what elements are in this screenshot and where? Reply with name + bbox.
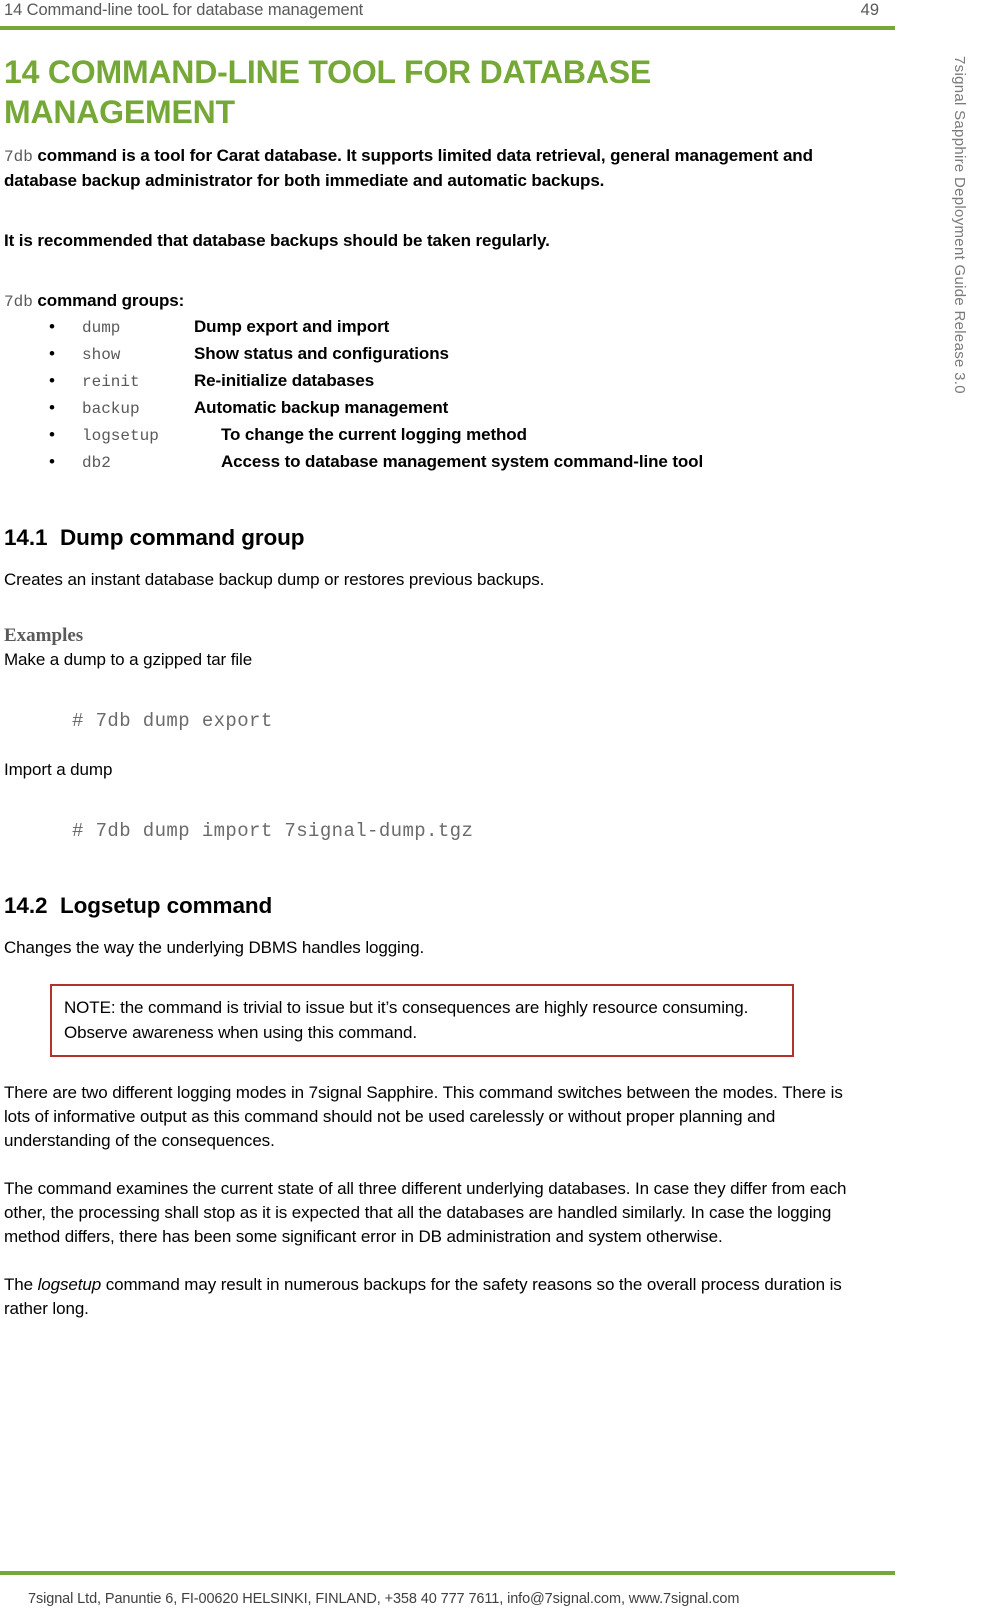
recommendation-text: It is recommended that database backups … (4, 231, 550, 250)
header-page-number: 49 (860, 1, 879, 19)
list-item: • reinit Re-initialize databases (4, 368, 864, 395)
inline-code-7db: 7db (4, 148, 33, 166)
list-item: • logsetup To change the current logging… (4, 422, 864, 449)
command-groups-intro-text: command groups: (32, 291, 185, 310)
bullet-icon: • (49, 425, 55, 444)
command-name: db2 (82, 454, 111, 472)
inline-code-7db-groups: 7db (4, 293, 33, 311)
section-14-2-paragraph-3: The logsetup command may result in numer… (4, 1273, 864, 1321)
list-item: • show Show status and configurations (4, 341, 864, 368)
header-rule (0, 26, 895, 30)
note-text: NOTE: the command is trivial to issue bu… (64, 998, 749, 1042)
example-2-label: Import a dump (4, 760, 113, 779)
section-heading-14-2: 14.2 Logsetup command (4, 892, 864, 920)
list-item: • db2 Access to database management syst… (4, 449, 864, 476)
footer-rule (0, 1571, 895, 1575)
command-name: show (82, 346, 121, 364)
section-number: 14.1 (4, 525, 48, 550)
section-14-2-intro: Changes the way the underlying DBMS hand… (4, 938, 425, 957)
section-title: Logsetup command (60, 893, 273, 918)
examples-heading: Examples (4, 625, 84, 646)
section-14-2-paragraph-1: There are two different logging modes in… (4, 1083, 843, 1150)
command-name: logsetup (82, 427, 159, 445)
section-number: 14.2 (4, 893, 48, 918)
list-item: • dump Dump export and import (4, 314, 864, 341)
command-description: Dump export and import (194, 317, 390, 336)
section-14-2-paragraph-2: The command examines the current state o… (4, 1179, 847, 1246)
command-description: Access to database management system com… (221, 452, 704, 471)
command-description: Show status and configurations (194, 344, 449, 363)
command-description: Automatic backup management (194, 398, 449, 417)
command-name: backup (82, 400, 140, 418)
example-2-code: # 7db dump import 7signal-dump.tgz (72, 820, 474, 842)
list-item: • backup Automatic backup management (4, 395, 864, 422)
recommendation-paragraph: It is recommended that database backups … (4, 229, 864, 253)
command-description: To change the current logging method (221, 425, 527, 444)
bullet-icon: • (49, 452, 55, 471)
paragraph-3-prefix: The (4, 1275, 38, 1294)
command-name: reinit (82, 373, 140, 391)
bullet-icon: • (49, 371, 55, 390)
command-name: dump (82, 319, 121, 337)
section-title: Dump command group (60, 525, 305, 550)
command-description: Re-initialize databases (194, 371, 375, 390)
side-title: 7signal Sapphire Deployment Guide Releas… (951, 56, 968, 394)
document-page: 14 Command-line tooL for database manage… (0, 0, 982, 1617)
command-groups-intro: 7db command groups: (4, 289, 864, 314)
bullet-icon: • (49, 398, 55, 417)
document-content: 14 COMMAND-LINE TOOL FOR DATABASE MANAGE… (4, 52, 864, 1321)
page-header: 14 Command-line tooL for database manage… (0, 0, 895, 30)
command-groups-list: • dump Dump export and import • show Sho… (4, 314, 864, 476)
footer-text: 7signal Ltd, Panuntie 6, FI-00620 HELSIN… (28, 1591, 740, 1607)
section-14-1-intro: Creates an instant database backup dump … (4, 570, 545, 589)
paragraph-3-suffix: command may result in numerous backups f… (4, 1275, 842, 1318)
bullet-icon: • (49, 317, 55, 336)
header-title: 14 Command-line tooL for database manage… (4, 1, 364, 19)
chapter-intro-paragraph: 7db command is a tool for Carat database… (4, 144, 864, 193)
bullet-icon: • (49, 344, 55, 363)
example-1-code: # 7db dump export (72, 710, 273, 732)
chapter-heading: 14 COMMAND-LINE TOOL FOR DATABASE MANAGE… (4, 54, 652, 130)
section-heading-14-1: 14.1 Dump command group (4, 524, 864, 552)
example-1-label: Make a dump to a gzipped tar file (4, 650, 253, 669)
chapter-intro-text: command is a tool for Carat database. It… (4, 146, 813, 190)
paragraph-3-italic-term: logsetup (37, 1275, 102, 1294)
note-callout-box: NOTE: the command is trivial to issue bu… (50, 984, 794, 1057)
